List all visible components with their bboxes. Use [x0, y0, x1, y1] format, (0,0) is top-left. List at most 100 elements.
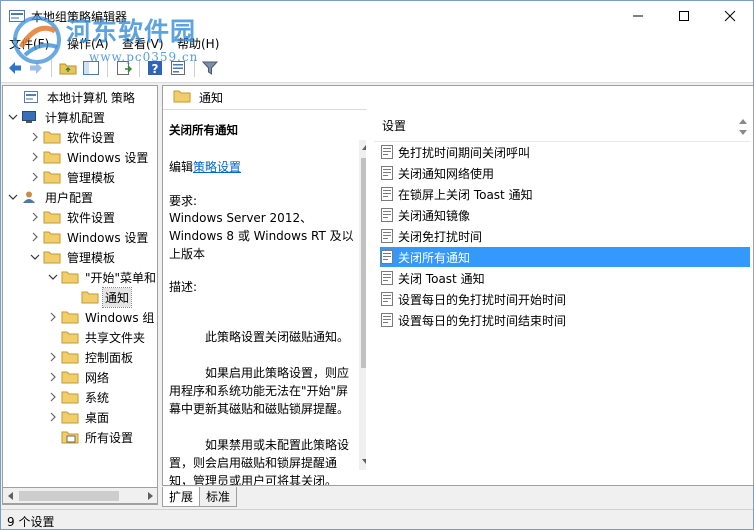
tree-item[interactable]: 软件设置: [29, 207, 117, 227]
setting-row[interactable]: 设置每日的免打扰时间结束时间: [380, 310, 750, 330]
collapsed-chevron-icon[interactable]: [29, 131, 41, 143]
show-tree-button[interactable]: [82, 59, 100, 77]
tree-item-label: "开始"菜单和: [85, 270, 157, 285]
tree-item[interactable]: 网络: [47, 367, 111, 387]
requirements-text: Windows Server 2012、Windows 8 或 Windows …: [169, 211, 354, 261]
collapsed-chevron-icon[interactable]: [47, 311, 59, 323]
collapsed-chevron-icon[interactable]: [29, 171, 41, 183]
forward-button[interactable]: [27, 59, 45, 77]
details-pane: 通知 关闭所有通知 编辑策略设置 要求: Windows Server 2012…: [162, 85, 754, 486]
tree-item[interactable]: 本地计算机 策略: [9, 87, 137, 107]
policy-setting-icon: [380, 166, 394, 180]
edit-policy-link[interactable]: 策略设置: [193, 160, 241, 174]
tree-item-label: 系统: [85, 390, 110, 405]
tree-item-label: 网络: [85, 370, 110, 385]
tree-item-label: Windows 设置: [67, 230, 149, 245]
tree-item[interactable]: 软件设置: [29, 127, 117, 147]
tree-item[interactable]: 控制面板: [47, 347, 135, 367]
tree-scroll-thumb[interactable]: [19, 491, 119, 501]
status-bar: 9 个设置: [1, 509, 753, 529]
settings-column-header[interactable]: 设置: [382, 117, 406, 134]
setting-label: 在锁屏上关闭 Toast 通知: [398, 187, 533, 202]
back-button[interactable]: [6, 59, 24, 77]
scroll-left-icon: [8, 492, 13, 500]
tree-item-label: 管理模板: [67, 170, 116, 185]
expanded-chevron-icon[interactable]: [7, 111, 19, 123]
collapsed-chevron-icon[interactable]: [29, 151, 41, 163]
setting-row[interactable]: 关闭免打扰时间: [380, 226, 750, 246]
expanded-chevron-icon[interactable]: [47, 271, 59, 283]
tab-extended[interactable]: 扩展: [162, 487, 201, 507]
folder-icon: [43, 150, 61, 164]
description-label: 描述:: [169, 280, 198, 294]
setting-row[interactable]: 关闭通知镜像: [380, 205, 750, 225]
menu-action[interactable]: 操作(A): [67, 35, 109, 52]
setting-row[interactable]: 在锁屏上关闭 Toast 通知: [380, 184, 750, 204]
tree-item[interactable]: Windows 组: [47, 307, 156, 327]
tree-item[interactable]: 所有设置: [47, 427, 135, 447]
folder-icon: [61, 350, 79, 364]
collapsed-chevron-icon[interactable]: [47, 371, 59, 383]
setting-label: 关闭免打扰时间: [398, 229, 483, 244]
export-list-button[interactable]: [115, 59, 133, 77]
description-title: 关闭所有通知: [169, 123, 238, 137]
tree-item[interactable]: Windows 设置: [29, 147, 150, 167]
tree-item[interactable]: 管理模板: [29, 167, 117, 187]
expanded-chevron-icon[interactable]: [7, 191, 19, 203]
menu-file[interactable]: 文件(F): [9, 35, 49, 52]
tree-item-label: Windows 设置: [67, 150, 149, 165]
tree-item[interactable]: 共享文件夹: [47, 327, 147, 347]
policy-icon: [23, 90, 41, 104]
settings-scrollbar[interactable]: [736, 115, 750, 139]
tree-item-label: 通知: [101, 286, 133, 308]
tree-item[interactable]: 通知: [67, 286, 133, 308]
collapsed-chevron-icon[interactable]: [47, 351, 59, 363]
description-edit: 编辑策略设置: [169, 158, 241, 175]
tree-horizontal-scrollbar[interactable]: [2, 487, 158, 504]
setting-label: 关闭通知镜像: [398, 208, 471, 223]
policy-setting-icon: [380, 271, 394, 285]
maximize-button[interactable]: [661, 1, 707, 31]
back-arrow-icon: [9, 62, 21, 74]
collapsed-chevron-icon[interactable]: [29, 211, 41, 223]
tree-item[interactable]: 系统: [47, 387, 111, 407]
close-button[interactable]: [707, 1, 753, 31]
collapsed-chevron-icon[interactable]: [29, 231, 41, 243]
tab-standard[interactable]: 标准: [199, 487, 238, 507]
folder-icon: [61, 410, 79, 424]
status-text: 9 个设置: [7, 515, 55, 529]
tree-item[interactable]: 用户配置: [7, 187, 95, 207]
toolbar: ?: [1, 53, 753, 83]
setting-row[interactable]: 设置每日的免打扰时间开始时间: [380, 289, 750, 309]
properties-button[interactable]: [169, 59, 187, 77]
tree-item-label: Windows 组: [85, 310, 155, 325]
gpedit-window: 本地组策略编辑器 文件(F) 操作(A) 查看(V) 帮助(H) ? 河东软件园…: [0, 0, 754, 530]
tree-item[interactable]: 桌面: [47, 407, 111, 427]
forward-arrow-icon: [30, 62, 42, 74]
expanded-chevron-icon[interactable]: [29, 251, 41, 263]
tree-item-label: 软件设置: [67, 130, 116, 145]
tree-item[interactable]: Windows 设置: [29, 227, 150, 247]
setting-label: 关闭通知网络使用: [398, 166, 495, 181]
tree-item[interactable]: 计算机配置: [7, 107, 107, 127]
setting-row[interactable]: 关闭 Toast 通知: [380, 268, 750, 288]
menu-view[interactable]: 查看(V): [122, 35, 164, 52]
minimize-button[interactable]: [615, 1, 661, 31]
setting-row[interactable]: 关闭通知网络使用: [380, 163, 750, 183]
folder-icon: [61, 270, 79, 284]
filter-button[interactable]: [201, 59, 219, 77]
tree-item[interactable]: 管理模板: [29, 247, 117, 267]
folder-open-icon: [173, 89, 191, 106]
collapsed-chevron-icon[interactable]: [47, 391, 59, 403]
collapsed-chevron-icon[interactable]: [47, 411, 59, 423]
tree-item[interactable]: "开始"菜单和: [47, 267, 157, 287]
setting-row[interactable]: 免打扰时间期间关闭呼叫: [380, 142, 750, 162]
menu-help[interactable]: 帮助(H): [177, 35, 219, 52]
setting-row[interactable]: 关闭所有通知: [380, 247, 750, 267]
up-folder-button[interactable]: [59, 59, 77, 77]
svg-text:?: ?: [152, 62, 159, 76]
help-button[interactable]: ?: [146, 59, 164, 77]
tree-item-label: 桌面: [85, 410, 110, 425]
up-folder-icon: [59, 63, 77, 75]
